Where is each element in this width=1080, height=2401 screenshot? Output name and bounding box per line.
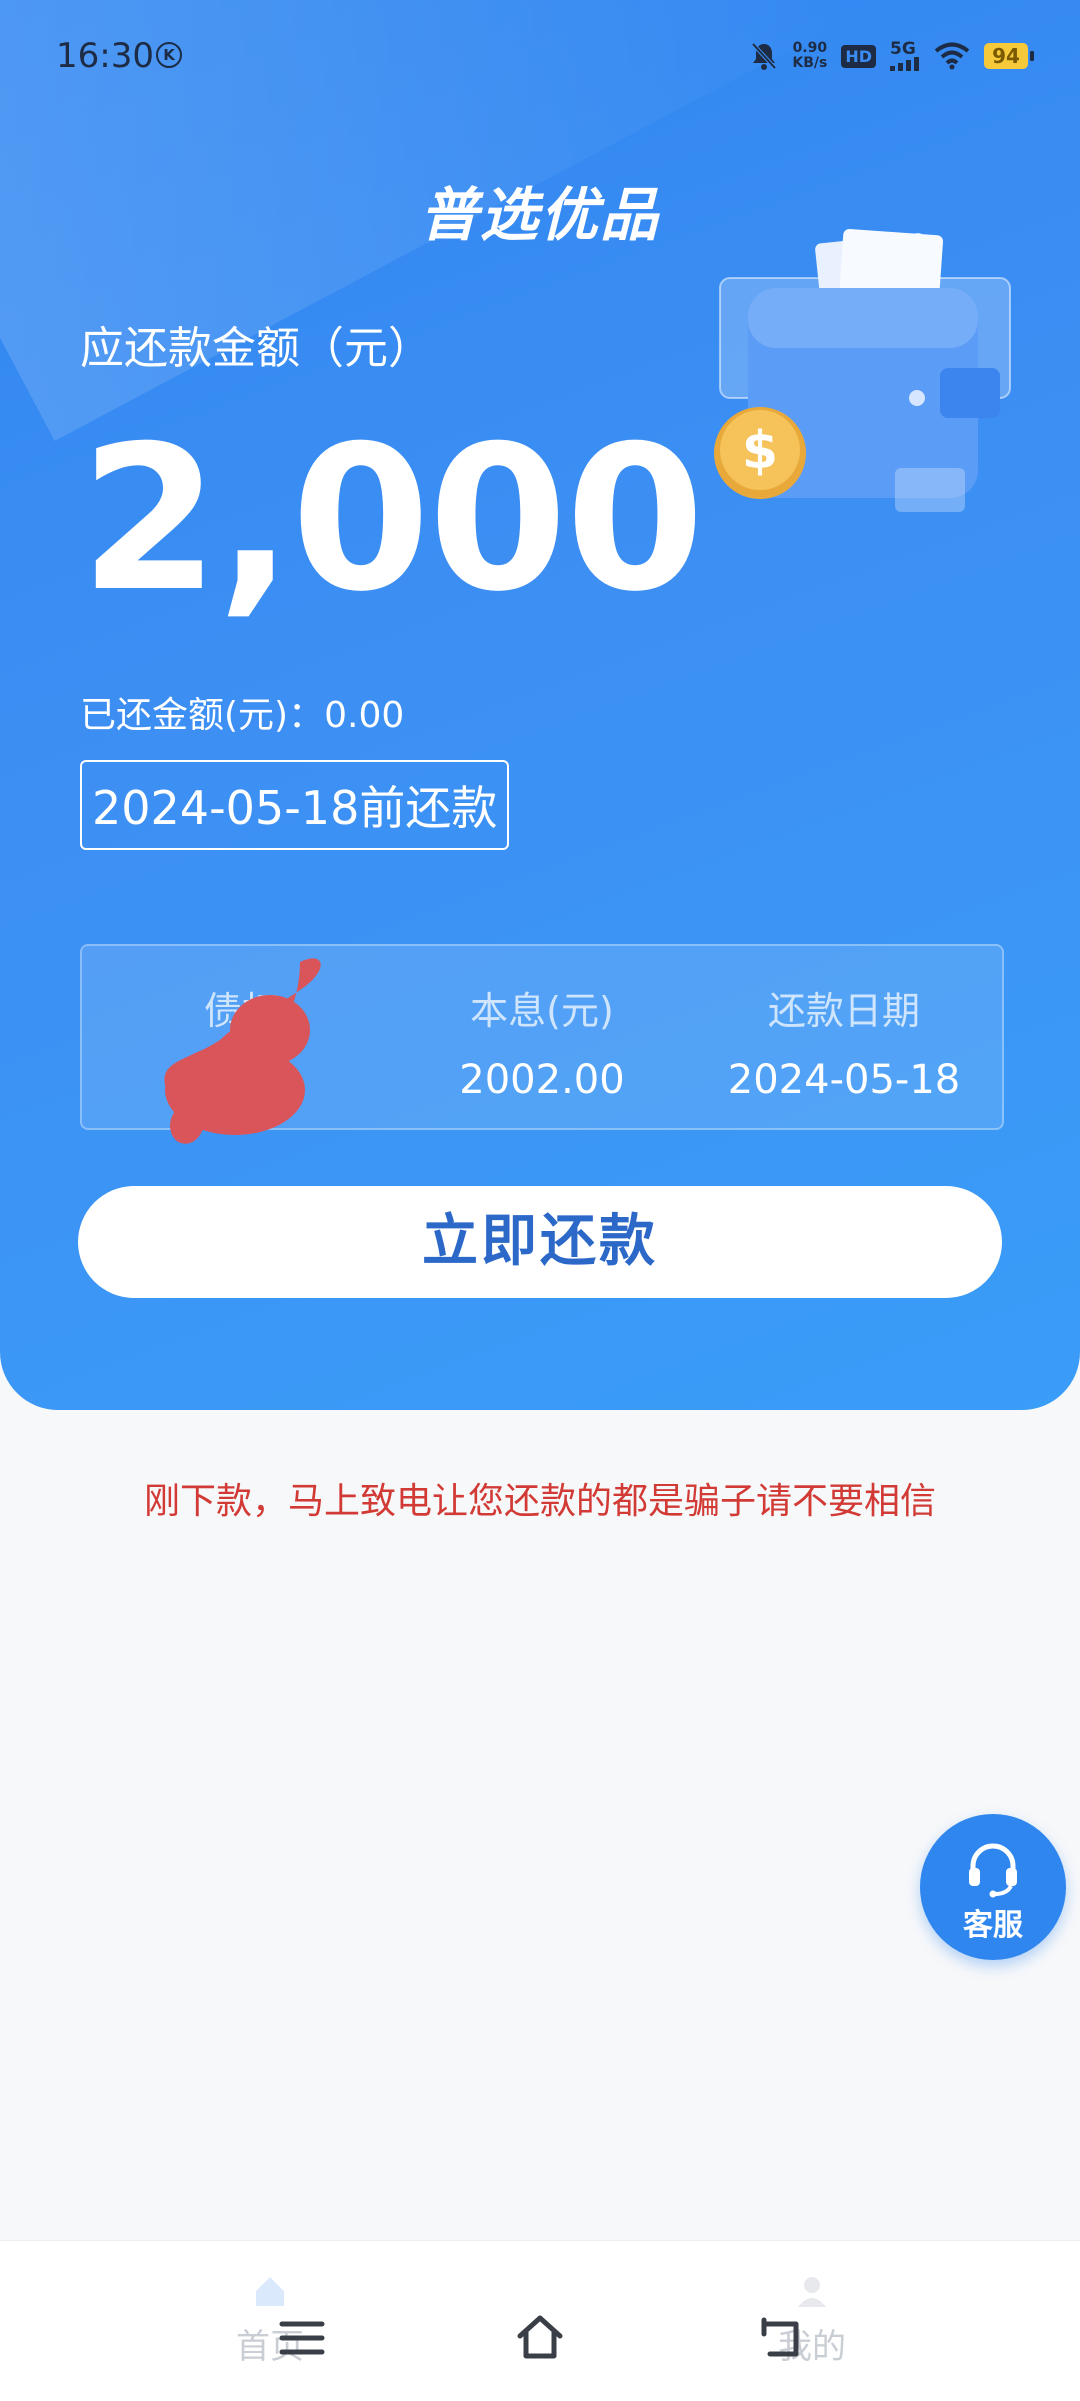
tab-home-label: 首页 bbox=[236, 2327, 304, 2367]
k-app-icon: K bbox=[156, 42, 182, 68]
back-nav-icon[interactable] bbox=[752, 2310, 808, 2366]
tab-mine[interactable]: 我的 bbox=[712, 2241, 912, 2401]
status-icons: 0.90 KB/s HD 5G 94 bbox=[750, 36, 1034, 76]
home-nav-icon[interactable] bbox=[512, 2310, 568, 2366]
due-amount-label: 应还款金额（元） bbox=[80, 323, 432, 374]
principal-interest-value: 2002.00 bbox=[459, 1057, 625, 1103]
network-speed: 0.90 KB/s bbox=[792, 41, 827, 71]
network-type: 5G bbox=[890, 39, 916, 59]
status-bar: 16:30 K 0.90 KB/s HD 5G 94 bbox=[0, 0, 1080, 115]
wallet-illustration-icon: $ bbox=[714, 229, 1011, 512]
repayment-deadline: 2024-05-18前还款 bbox=[80, 760, 510, 850]
due-date-header: 还款日期 bbox=[767, 989, 920, 1033]
tab-home[interactable]: 首页 bbox=[170, 2241, 370, 2401]
mute-bell-icon bbox=[751, 42, 777, 70]
info-col-principal-interest: 本息(元) 2002.00 bbox=[392, 980, 692, 1103]
info-col-due-date: 还款日期 2024-05-18 bbox=[694, 980, 994, 1103]
redaction-scribble bbox=[164, 958, 321, 1144]
home-icon bbox=[256, 2277, 284, 2306]
wifi-icon bbox=[934, 42, 970, 70]
net-speed-value: 0.90 bbox=[792, 40, 828, 56]
hd-badge: HD bbox=[841, 44, 876, 68]
pay-now-button[interactable]: 立即还款 bbox=[78, 1186, 1002, 1298]
battery-icon: 94 bbox=[984, 43, 1034, 69]
svg-text:$: $ bbox=[742, 421, 778, 481]
menu-nav-icon[interactable] bbox=[274, 2310, 330, 2366]
principal-interest-header: 本息(元) bbox=[470, 989, 614, 1033]
signal-icon: 5G bbox=[890, 41, 920, 71]
customer-service-button[interactable]: 客服 bbox=[920, 1814, 1066, 1960]
fraud-warning: 刚下款，马上致电让您还款的都是骗子请不要相信 bbox=[143, 1481, 936, 1522]
paid-amount: 已还金额(元)：0.00 bbox=[80, 695, 405, 736]
user-icon bbox=[798, 2277, 826, 2307]
status-time: 16:30 bbox=[56, 36, 154, 76]
customer-service-label: 客服 bbox=[963, 1908, 1023, 1943]
net-speed-unit: KB/s bbox=[792, 55, 828, 71]
due-amount: 2,000 bbox=[80, 403, 705, 636]
tab-mine-label: 我的 bbox=[778, 2327, 846, 2367]
due-date-value: 2024-05-18 bbox=[727, 1057, 961, 1103]
headset-icon bbox=[969, 1843, 1017, 1898]
